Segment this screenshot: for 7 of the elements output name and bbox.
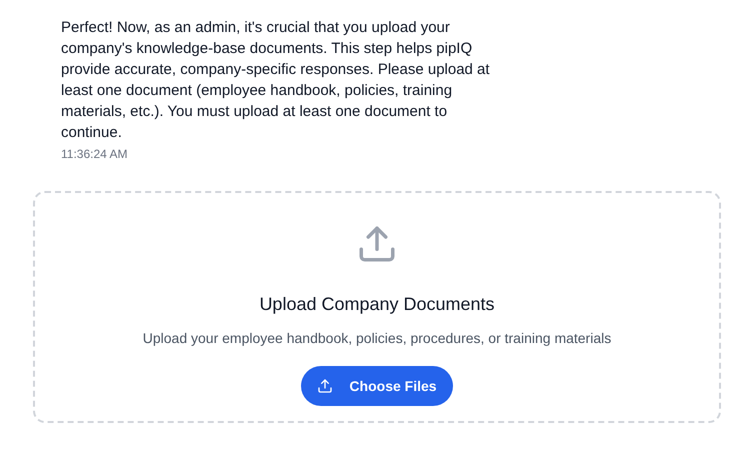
upload-dropzone[interactable]: Upload Company Documents Upload your employee handbook, policies, procedures, or training materials Choose Files <box>33 191 721 423</box>
upload-subtitle: Upload your employee handbook, policies, procedures, or training materials <box>142 329 612 348</box>
message-time: 11:36:24 AM <box>61 146 128 163</box>
upload-icon <box>317 378 334 394</box>
upload-title: Upload Company Documents <box>259 293 495 316</box>
choose-files-button[interactable]: Choose Files <box>301 366 453 406</box>
message-text: Perfect! Now, as an admin, it's crucial that you upload your company's knowledge-base documents. This step helps pipIQ provide accurate, company-specific responses. Please upload at least one document (employee handbook, policies, training materials, etc.). You must upload at least one document to continue. <box>61 18 491 143</box>
